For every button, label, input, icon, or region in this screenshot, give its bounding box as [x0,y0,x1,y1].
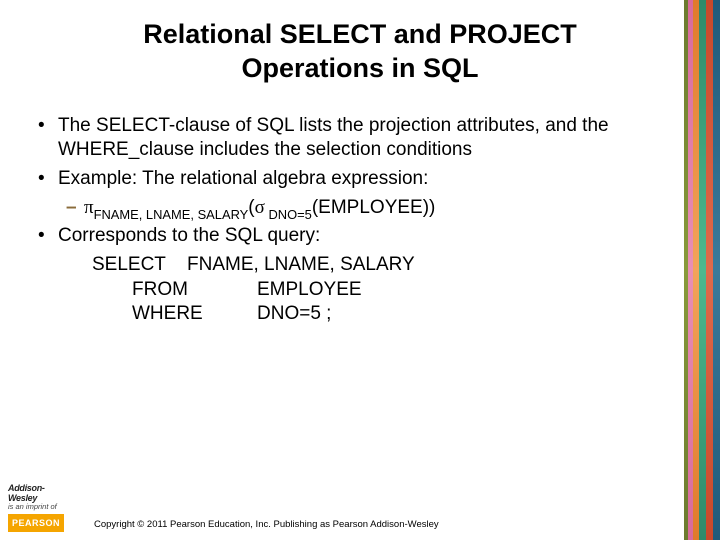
sub-bullet-item: – πFNAME, LNAME, SALARY(σ DNO=5(EMPLOYEE… [66,196,680,223]
sql-line: WHEREDNO=5 ; [92,302,680,327]
algebra-expression: πFNAME, LNAME, SALARY(σ DNO=5(EMPLOYEE)) [84,196,680,223]
bullet-text: The SELECT-clause of SQL lists the proje… [58,114,680,163]
bullet-item: • Corresponds to the SQL query: [36,224,680,249]
slide-content: • The SELECT-clause of SQL lists the pro… [0,86,720,327]
sql-args: FNAME, LNAME, SALARY [187,254,415,275]
bullet-marker: • [36,224,58,249]
sql-line: SELECTFNAME, LNAME, SALARY [92,253,680,278]
sql-keyword: WHERE [132,302,257,327]
bullet-text: Corresponds to the SQL query: [58,224,680,249]
slide-title: Relational SELECT and PROJECT Operations… [0,0,720,86]
slide: Relational SELECT and PROJECT Operations… [0,0,720,540]
sql-args: EMPLOYEE [257,279,362,300]
sql-args: DNO=5 ; [257,303,331,324]
pearson-text: PEARSON [12,518,60,528]
bullet-marker: • [36,167,58,192]
brand-name: Addison-Wesley [8,483,45,502]
sql-line: FROMEMPLOYEE [92,278,680,303]
sigma-subscript: DNO=5 [265,207,312,222]
bullet-text: Example: The relational algebra expressi… [58,167,680,192]
bullet-marker: • [36,114,58,163]
slide-footer: Addison-Wesley is an imprint of PEARSON … [0,458,720,540]
publisher-logo: Addison-Wesley is an imprint of PEARSON [8,484,70,532]
bullet-item: • The SELECT-clause of SQL lists the pro… [36,114,680,163]
pearson-logo: PEARSON [8,514,64,532]
sub-bullet-marker: – [66,196,84,223]
copyright-text: Copyright © 2011 Pearson Education, Inc.… [94,519,439,530]
sigma-symbol: σ [255,197,265,218]
sql-keyword: SELECT [92,253,187,278]
sql-query: SELECTFNAME, LNAME, SALARY FROMEMPLOYEE … [92,253,680,327]
imprint-text: is an imprint of [8,502,57,511]
relation-text: (EMPLOYEE)) [312,197,436,218]
sql-keyword: FROM [132,278,257,303]
pi-subscript: FNAME, LNAME, SALARY [94,207,249,222]
bullet-item: • Example: The relational algebra expres… [36,167,680,192]
addison-wesley-text: Addison-Wesley is an imprint of [8,484,70,511]
pi-symbol: π [84,197,94,218]
